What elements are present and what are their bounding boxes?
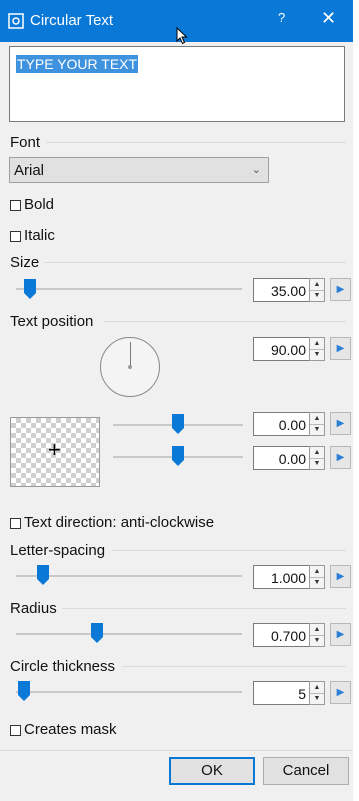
circle-thickness-divider <box>122 666 346 667</box>
text-position-divider <box>104 321 346 322</box>
circle-thickness-decrement-icon[interactable]: ▼ <box>310 693 324 704</box>
position-preview[interactable]: + <box>10 417 100 487</box>
angle-decrement-icon[interactable]: ▼ <box>310 349 324 360</box>
angle-reset-button[interactable]: ▶ <box>330 337 351 360</box>
circular-text-dialog: Circular Text ? ✕ TYPE YOUR TEXT Font Ar… <box>0 0 353 801</box>
angle-dial[interactable] <box>100 337 160 397</box>
radius-reset-button[interactable]: ▶ <box>330 623 351 646</box>
offset-x-value: 0.00 <box>278 417 306 433</box>
mouse-cursor-icon <box>176 27 188 45</box>
angle-spinbox[interactable]: 90.00 <box>253 337 310 361</box>
creates-mask-checkbox[interactable] <box>10 725 21 736</box>
size-slider-thumb[interactable] <box>24 279 36 299</box>
text-position-label: Text position <box>10 313 94 330</box>
close-button[interactable]: ✕ <box>321 8 336 29</box>
letter-spacing-value: 1.000 <box>270 570 306 586</box>
letter-spacing-slider-thumb[interactable] <box>37 565 49 585</box>
text-direction-checkbox[interactable] <box>10 518 21 529</box>
font-select[interactable]: Arial ⌄ <box>9 157 269 183</box>
radius-spin-buttons[interactable]: ▲ ▼ <box>309 623 325 647</box>
bold-label: Bold <box>24 196 55 213</box>
window-edge <box>353 0 359 800</box>
offset-x-reset-button[interactable]: ▶ <box>330 412 351 435</box>
angle-value: 90.00 <box>270 342 306 358</box>
radius-slider-thumb[interactable] <box>91 623 103 643</box>
size-spin-buttons[interactable]: ▲ ▼ <box>309 278 325 302</box>
font-select-value: Arial <box>14 162 45 179</box>
angle-dial-center <box>128 365 132 369</box>
cancel-button[interactable]: Cancel <box>263 757 349 785</box>
radius-slider-track[interactable] <box>16 633 242 635</box>
radius-divider <box>62 608 346 609</box>
offset-y-slider-thumb[interactable] <box>172 446 184 466</box>
size-reset-button[interactable]: ▶ <box>330 278 351 301</box>
text-input-value: TYPE YOUR TEXT <box>16 55 139 73</box>
offset-x-spin-buttons[interactable]: ▲ ▼ <box>309 412 325 436</box>
offset-y-spinbox[interactable]: 0.00 <box>253 446 310 470</box>
font-label: Font <box>10 134 41 151</box>
size-slider-track[interactable] <box>16 288 242 290</box>
italic-label: Italic <box>24 227 55 244</box>
circle-thickness-spinbox[interactable]: 5 <box>253 681 310 705</box>
letter-spacing-slider-track[interactable] <box>16 575 242 577</box>
font-divider <box>46 142 346 143</box>
offset-y-spin-buttons[interactable]: ▲ ▼ <box>309 446 325 470</box>
chevron-down-icon: ⌄ <box>251 164 261 176</box>
creates-mask-label: Creates mask <box>24 721 117 738</box>
letter-spacing-label: Letter-spacing <box>10 542 106 559</box>
circle-thickness-value: 5 <box>298 686 306 702</box>
crosshair-icon: + <box>48 437 61 462</box>
letter-spacing-spinbox[interactable]: 1.000 <box>253 565 310 589</box>
ok-button[interactable]: OK <box>169 757 255 785</box>
offset-y-value: 0.00 <box>278 451 306 467</box>
size-decrement-icon[interactable]: ▼ <box>310 290 324 301</box>
text-input[interactable]: TYPE YOUR TEXT <box>9 46 345 122</box>
offset-x-decrement-icon[interactable]: ▼ <box>310 424 324 435</box>
size-spinbox[interactable]: 35.00 <box>253 278 310 302</box>
angle-spin-buttons[interactable]: ▲ ▼ <box>309 337 325 361</box>
text-direction-label: Text direction: anti-clockwise <box>24 514 215 531</box>
window-title: Circular Text <box>30 12 114 29</box>
circle-thickness-reset-button[interactable]: ▶ <box>330 681 351 704</box>
help-button[interactable]: ? <box>278 10 285 25</box>
gear-icon <box>8 13 24 29</box>
offset-x-slider-thumb[interactable] <box>172 414 184 434</box>
italic-checkbox[interactable] <box>10 231 21 242</box>
size-divider <box>44 262 346 263</box>
circle-thickness-spin-buttons[interactable]: ▲ ▼ <box>309 681 325 705</box>
letter-spacing-spin-buttons[interactable]: ▲ ▼ <box>309 565 325 589</box>
letter-spacing-decrement-icon[interactable]: ▼ <box>310 577 324 588</box>
radius-decrement-icon[interactable]: ▼ <box>310 635 324 646</box>
size-label: Size <box>10 254 40 271</box>
size-value: 35.00 <box>270 283 306 299</box>
circle-thickness-label: Circle thickness <box>10 658 116 675</box>
circle-thickness-slider-thumb[interactable] <box>18 681 30 701</box>
circle-thickness-slider-track[interactable] <box>16 691 242 693</box>
offset-y-reset-button[interactable]: ▶ <box>330 446 351 469</box>
button-bar: OK Cancel <box>0 750 353 801</box>
letter-spacing-divider <box>112 550 346 551</box>
radius-value: 0.700 <box>270 628 306 644</box>
offset-y-decrement-icon[interactable]: ▼ <box>310 458 324 469</box>
radius-label: Radius <box>10 600 57 617</box>
offset-x-spinbox[interactable]: 0.00 <box>253 412 310 436</box>
letter-spacing-reset-button[interactable]: ▶ <box>330 565 351 588</box>
bold-checkbox[interactable] <box>10 200 21 211</box>
radius-spinbox[interactable]: 0.700 <box>253 623 310 647</box>
